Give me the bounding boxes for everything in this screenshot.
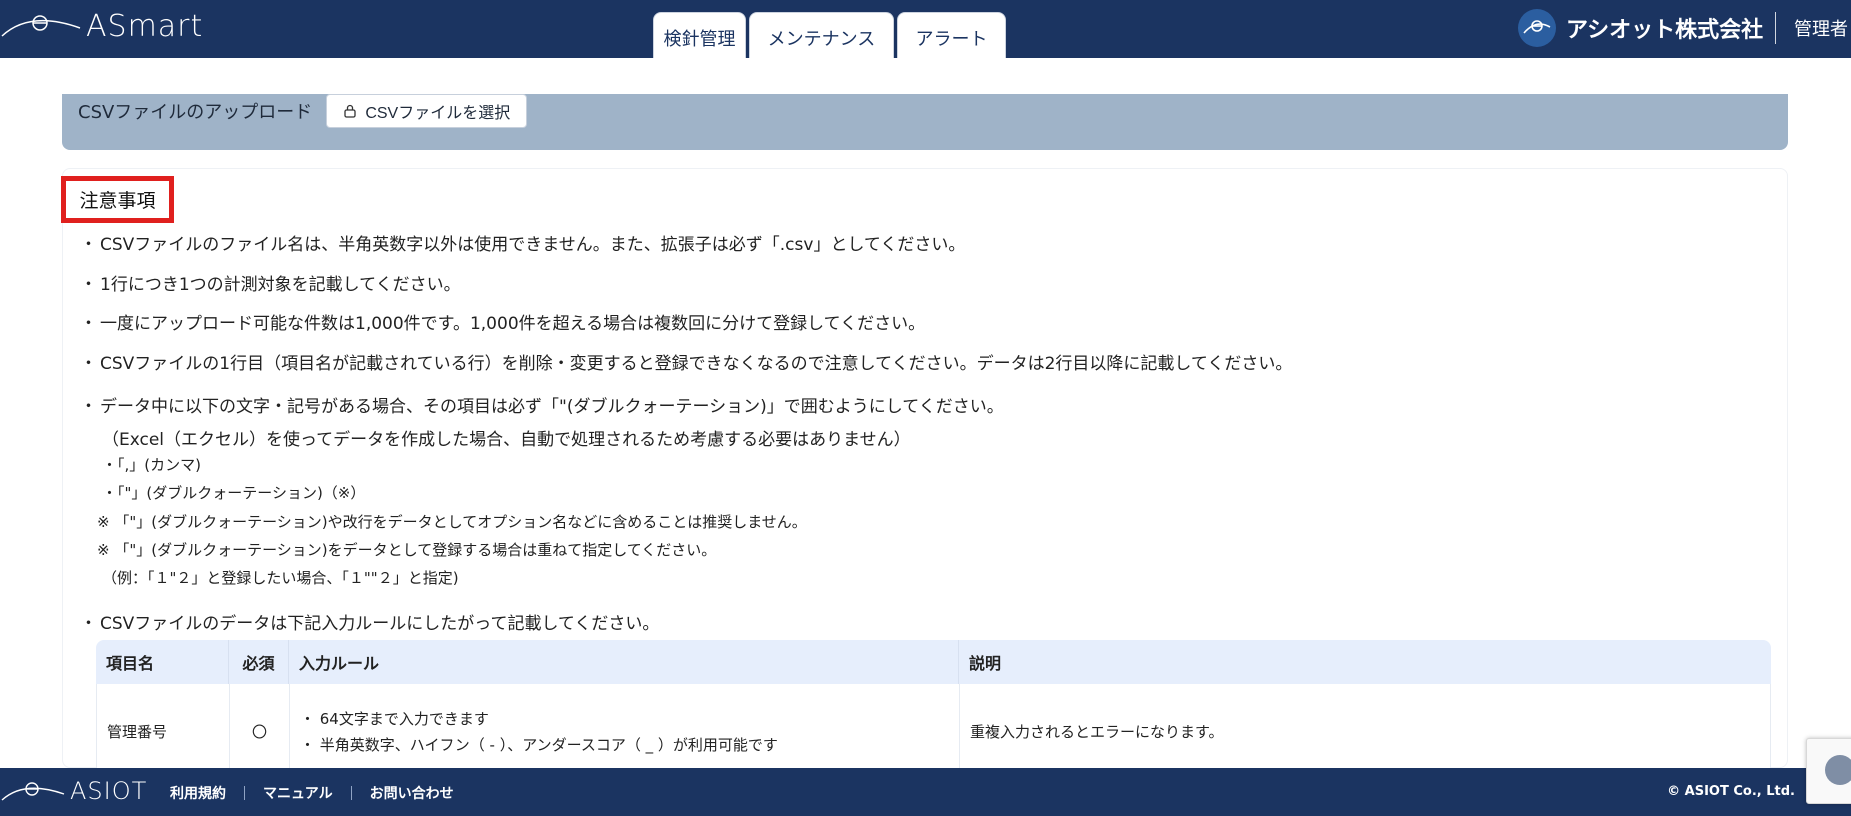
footer-link-contact[interactable]: お問い合わせ [370,783,454,803]
notice-item: ・データ中に以下の文字・記号がある場合、その項目は必ず「"(ダブルクォーテーショ… [80,397,1004,417]
column-header: 説明 [958,640,1771,684]
required-mark: 〇 [229,684,289,779]
recaptcha-icon [1825,755,1851,785]
footer-brand: ASIOT [70,777,148,805]
table-cell: ・ 64文字まで入力できます ・ 半角英数字、ハイフン（ - ）、アンダースコア… [289,684,959,779]
table-row: 管理番号 〇 ・ 64文字まで入力できます ・ 半角英数字、ハイフン（ - ）、… [96,684,1771,780]
column-header: 項目名 [106,654,155,673]
notice-sub-item: （Excel（エクセル）を使ってデータを作成した場合、自動で処理されるため考慮す… [102,430,911,450]
notice-sub-item: ※ 「"」(ダブルクォーテーション)をデータとして登録する場合は重ねて指定してく… [97,541,717,559]
input-rule-table: 項目名 必須 入力ルール 説明 管理番号 〇 ・ 64文字まで入力できます ・ … [96,640,1771,780]
asmart-logo-icon [1,15,81,37]
csv-upload-label: CSVファイルのアップロード [78,102,313,123]
main-tabs: 検針管理 メンテナンス アラート [653,12,1006,58]
column-header: 必須 [228,640,288,684]
footer-divider [350,786,352,800]
asiot-logo-icon [1,782,65,801]
notice-item: ・ CSVファイルのデータは下記入力ルールにしたがって記載してください。 [80,614,660,634]
rule-line: ・ 半角英数字、ハイフン（ - ）、アンダースコア（ _ ）が利用可能です [300,735,778,754]
select-csv-button-label: CSVファイルを選択 [365,105,511,122]
table-header-row: 項目名 必須 入力ルール 説明 [96,640,1771,684]
footer-link-manual[interactable]: マニュアル [263,783,333,803]
notice-title: 注意事項 [61,176,174,223]
column-header: 入力ルール [288,640,958,684]
footer-divider [244,786,245,800]
header-divider [1775,12,1776,44]
company-logo-icon [1518,9,1556,47]
recaptcha-badge[interactable] [1806,738,1851,804]
copyright: © ASIOT Co., Ltd. [1667,784,1795,799]
notice-item: ・一度にアップロード可能な件数は1,000件です。1,000件を超える場合は複数… [80,314,926,334]
footer-link-terms[interactable]: 利用規約 [170,783,226,803]
footer-links: 利用規約 マニュアル お問い合わせ [170,783,454,803]
notice-item: ・ 1行につき1つの計測対象を記載してください。 [80,275,461,295]
lock-icon [344,104,356,118]
notice-item: ・ CSVファイルの1行目（項目名が記載されている行）を削除・変更すると登録できな… [80,354,1293,374]
table-cell: 管理番号 [107,723,168,741]
app-name: ASmart [86,8,204,44]
notice-sub-item: ※ 「"」(ダブルクォーテーション)や改行をデータとしてオプション名などに含める… [97,513,807,531]
notice-sub-item: ・「"」(ダブルクォーテーション)（※） [102,484,366,502]
user-menu[interactable]: 管理者 [1794,15,1848,41]
asmart-logo[interactable]: ASmart [0,6,203,46]
asiot-logo: ASIOT [0,776,147,806]
tab-meter-reading[interactable]: 検針管理 [653,12,746,58]
company-name: アシオット株式会社 [1566,18,1764,43]
app-header: ASmart 検針管理 メンテナンス アラート アシオット株式会社 管理者 [0,0,1851,58]
company-info: アシオット株式会社 [1518,9,1763,47]
rule-line: ・ 64文字まで入力できます [300,709,489,728]
notice-item: ・ CSVファイルのファイル名は、半角英数字以外は使用できません。また、拡張子は必… [80,235,966,255]
table-cell: 重複入力されるとエラーになります。 [959,684,1770,779]
tab-maintenance[interactable]: メンテナンス [749,12,894,58]
tab-alert[interactable]: アラート [897,12,1006,58]
notice-sub-item: （例：「１"２」と登録したい場合、「１""２」と指定) [102,569,459,587]
csv-upload-bar: CSVファイルのアップロード CSVファイルを選択 [62,94,1788,150]
notice-sub-item: ・「,」(カンマ) [102,456,201,474]
app-footer: ASIOT 利用規約 マニュアル お問い合わせ © ASIOT Co., Ltd… [0,768,1851,816]
select-csv-button[interactable]: CSVファイルを選択 [326,94,528,128]
